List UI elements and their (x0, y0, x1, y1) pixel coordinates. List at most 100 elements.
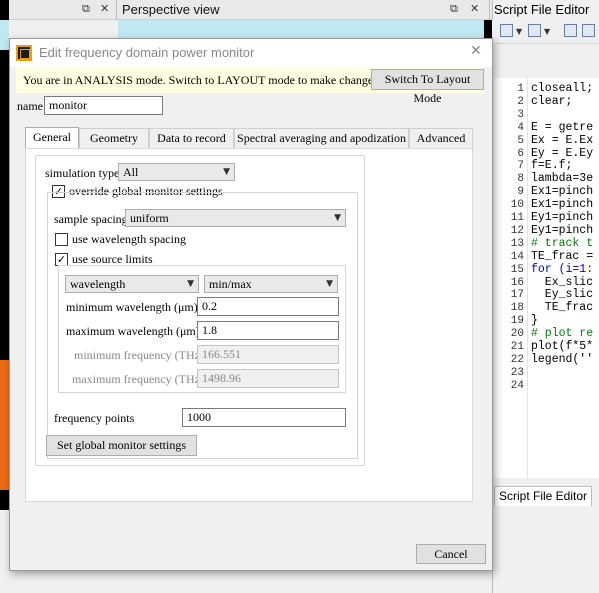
sample-spacing-select[interactable]: uniform ▼ (125, 209, 346, 227)
general-settings-group: simulation type All ▼ ✓ override global m… (35, 155, 365, 466)
max-wavelength-label: maximum wavelength (μm) (66, 324, 200, 338)
chevron-down-icon: ▼ (326, 279, 333, 289)
min-wavelength-label: minimum wavelength (μm) (66, 300, 198, 314)
max-frequency-label: maximum frequency (THz) (72, 372, 204, 386)
chevron-down-icon: ▼ (187, 279, 194, 289)
code-line[interactable]: 17 Ey_slic (494, 288, 599, 302)
set-global-settings-button[interactable]: Set global monitor settings (46, 435, 197, 456)
code-text: clear; (531, 94, 573, 108)
save-icon[interactable] (564, 24, 577, 37)
code-line[interactable]: 4 E = getre (494, 121, 599, 134)
close-icon[interactable]: ✕ (470, 43, 482, 59)
script-editor-title: Script File Editor (494, 2, 590, 17)
line-number: 7 (517, 160, 524, 173)
code-line[interactable]: 14 TE_frac = (494, 249, 599, 263)
line-number: 19 (510, 315, 524, 328)
code-line[interactable]: 10 Ex1=pinch (494, 199, 599, 212)
script-code-editor[interactable]: 1 closeall; 2 clear; 3 4 E = getre 5 Ex = E.Ex 6 E… (494, 78, 599, 478)
restore-window-icon[interactable]: ⧉ (82, 2, 90, 16)
new-file-icon[interactable] (500, 24, 513, 37)
restore-window-icon[interactable]: ⧉ (450, 2, 458, 16)
code-line[interactable]: 15 for (i=1: (494, 262, 599, 276)
switch-to-layout-button[interactable]: Switch To Layout Mode (371, 69, 484, 105)
line-number: 16 (510, 276, 524, 289)
line-number: 11 (510, 212, 524, 224)
chevron-down-icon: ▼ (223, 167, 230, 177)
mode-message: You are in ANALYSIS mode. Switch to LAYO… (23, 73, 382, 87)
code-line[interactable]: 13 # track t (494, 237, 599, 250)
code-text: for (i=1: (531, 262, 594, 276)
tab-general[interactable]: General (25, 127, 79, 150)
code-line[interactable]: 23 (494, 367, 599, 379)
code-text: Ey = E.Ey (531, 146, 594, 160)
code-text: legend('' (531, 352, 594, 366)
code-line[interactable]: 6 Ey = E.Ey (494, 146, 599, 160)
code-text: TE_frac = (531, 249, 594, 263)
layout-view-strip (0, 0, 9, 593)
line-number: 21 (510, 341, 524, 353)
code-line[interactable]: 20 # plot re (494, 327, 599, 341)
name-field[interactable]: monitor (44, 96, 163, 115)
edit-monitor-dialog: Edit frequency domain power monitor ✕ Yo… (9, 38, 493, 571)
code-line[interactable]: 16 Ex_slic (494, 276, 599, 289)
line-number: 15 (510, 263, 524, 276)
code-line[interactable]: 1 closeall; (494, 83, 599, 96)
chevron-down-icon[interactable]: ▼ (544, 27, 550, 36)
chevron-down-icon: ▼ (334, 213, 341, 223)
line-number: 5 (517, 134, 524, 147)
simulation-type-select[interactable]: All ▼ (118, 163, 235, 181)
tab-advanced[interactable]: Advanced (409, 128, 473, 149)
code-line[interactable]: 21 plot(f*5* (494, 341, 599, 354)
tab-data-to-record[interactable]: Data to record (149, 128, 234, 149)
line-number: 6 (517, 147, 524, 160)
line-number: 22 (510, 353, 524, 366)
frequency-points-label: frequency points (54, 411, 135, 425)
code-line[interactable]: 18 TE_frac (494, 301, 599, 315)
line-number: 20 (510, 328, 524, 341)
line-number: 17 (510, 289, 524, 302)
code-line[interactable]: 19} (494, 315, 599, 328)
chevron-down-icon[interactable]: ▼ (516, 27, 522, 36)
range-mode-select[interactable]: min/max ▼ (204, 275, 338, 293)
frequency-points-field[interactable]: 1000 (182, 408, 346, 427)
code-line[interactable]: 8 lambda=3e (494, 173, 599, 186)
perspective-view-title: Perspective view (122, 2, 220, 17)
code-text: # plot re (531, 327, 594, 341)
save-all-icon[interactable] (582, 24, 595, 37)
tab-script-file-editor[interactable]: Script File Editor (494, 486, 592, 506)
tab-spectral-averaging[interactable]: Spectral averaging and apodization (234, 128, 409, 149)
code-line[interactable]: 7 f=E.f; (494, 160, 599, 173)
code-text: Ex = E.Ex (531, 133, 594, 147)
code-line[interactable]: 22 legend('' (494, 352, 599, 366)
code-line[interactable]: 24 (494, 380, 599, 392)
range-settings-group: wavelength ▼ min/max ▼ minimum wavelength … (58, 265, 346, 393)
code-line[interactable]: 12 Ey1=pinch (494, 224, 599, 237)
use-wavelength-spacing-checkbox[interactable] (55, 233, 68, 246)
code-line[interactable]: 11 Ey1=pinch (494, 212, 599, 225)
min-frequency-label: minimum frequency (THz) (74, 348, 204, 362)
override-settings-group: sample spacing uniform ▼ use wavelength s… (47, 192, 358, 459)
analysis-mode-banner: You are in ANALYSIS mode. Switch to LAYO… (16, 67, 484, 105)
max-wavelength-field[interactable]: 1.8 (197, 321, 339, 340)
general-tab-page: simulation type All ▼ ✓ override global m… (25, 148, 473, 502)
open-file-icon[interactable] (528, 24, 541, 37)
line-number: 3 (517, 108, 524, 121)
range-unit-select[interactable]: wavelength ▼ (65, 275, 199, 293)
close-panel-icon[interactable]: ✕ (100, 2, 109, 15)
code-line[interactable]: 5 Ex = E.Ex (494, 133, 599, 147)
line-number: 1 (517, 83, 524, 95)
close-panel-icon[interactable]: ✕ (470, 2, 479, 15)
line-number: 12 (510, 224, 524, 237)
code-text: Ey_slic (531, 288, 594, 302)
code-line[interactable]: 3 (494, 109, 599, 121)
dialog-title: Edit frequency domain power monitor (39, 45, 255, 60)
min-wavelength-field[interactable]: 0.2 (197, 297, 339, 316)
line-number: 10 (510, 199, 524, 212)
cancel-button[interactable]: Cancel (416, 544, 486, 564)
tab-geometry[interactable]: Geometry (79, 128, 149, 149)
code-text: TE_frac (531, 301, 594, 315)
code-line[interactable]: 2 clear; (494, 94, 599, 108)
code-line[interactable]: 9 Ex1=pinch (494, 186, 599, 199)
line-number: 13 (510, 237, 524, 250)
line-number: 18 (510, 302, 524, 315)
